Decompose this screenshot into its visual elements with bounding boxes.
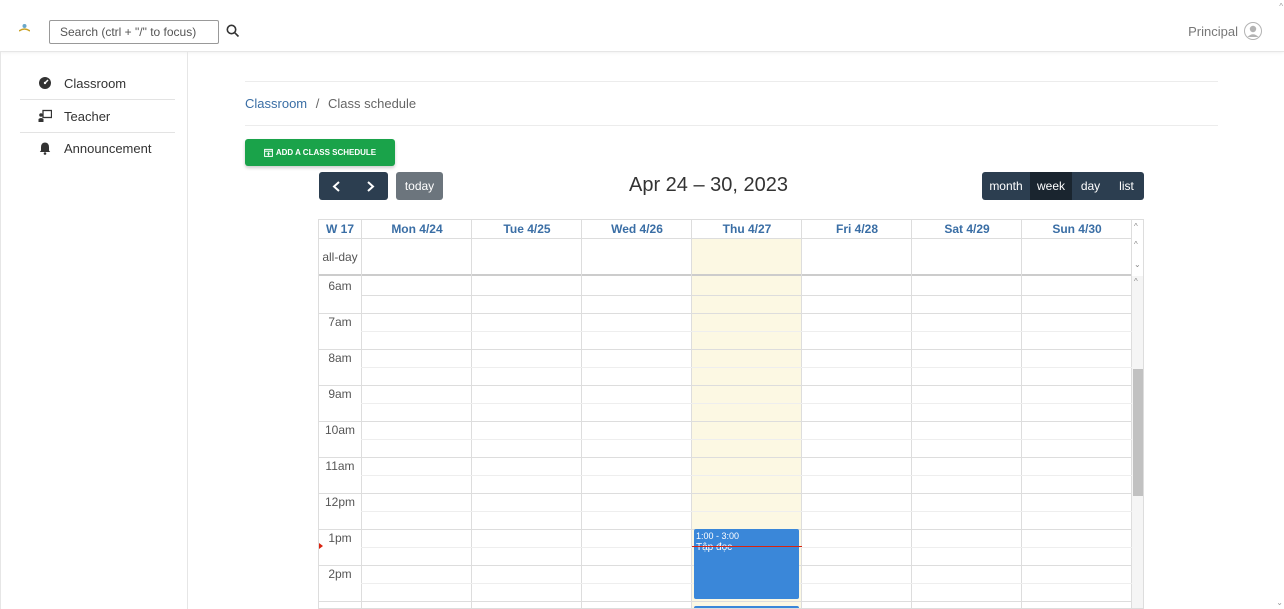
half-hour-line [361,475,1132,476]
breadcrumb-current: Class schedule [328,96,417,111]
time-label: 10am [324,423,356,437]
day-header[interactable]: Tue 4/25 [472,220,582,238]
calendar-nav-group [319,172,388,200]
scroll-down-icon[interactable]: ⌄ [1134,260,1141,269]
grid-line [471,220,472,608]
grid-line [319,238,1132,239]
divider [245,81,1218,82]
half-hour-line [361,367,1132,368]
half-hour-line [361,439,1132,440]
sidebar-item-label: Teacher [64,108,111,124]
day-header[interactable]: Thu 4/27 [692,220,802,238]
search-icon[interactable] [226,24,240,38]
hour-line [319,421,1132,422]
gauge-icon [39,77,51,89]
half-hour-line [361,403,1132,404]
avatar-icon [1244,22,1262,40]
next-week-button[interactable] [354,172,389,200]
breadcrumb-classroom-link[interactable]: Classroom [245,96,307,111]
calendar-scrollbar[interactable] [1132,276,1143,608]
chevron-right-icon [367,180,375,192]
hour-line [319,457,1132,458]
half-hour-line [361,511,1132,512]
scroll-up-icon[interactable]: ^ [1134,277,1138,286]
all-day-label: all-day [322,250,358,264]
event-time: 1:00 - 3:00 [696,531,740,541]
grid-line [691,220,692,608]
hour-line [319,349,1132,350]
calendar-scrollbar-thumb[interactable] [1133,369,1143,496]
week-calendar: W 17 Mon 4/24 Tue 4/25 Wed 4/26 Thu 4/27… [318,219,1144,609]
sidebar-item-teacher[interactable]: Teacher [20,100,175,132]
hour-line [319,385,1132,386]
day-header[interactable]: Mon 4/24 [362,220,472,238]
day-header[interactable]: Fri 4/28 [802,220,912,238]
calendar-plus-icon [263,148,273,157]
event-title: Tập đọc [696,542,733,553]
now-indicator-arrow [319,543,323,549]
teacher-icon [38,109,52,122]
sidebar: Classroom Teacher Announcement [0,52,188,609]
time-label: 1pm [328,531,352,545]
time-label: 2pm [328,567,352,581]
breadcrumb: Classroom / Class schedule [245,96,416,111]
hour-line [319,601,1132,602]
day-header[interactable]: Sun 4/30 [1022,220,1132,238]
time-label: 6am [328,279,352,293]
time-label: 8am [328,351,352,365]
grid-line [801,220,802,608]
add-class-schedule-button[interactable]: ADD A CLASS SCHEDULE [245,139,395,166]
view-week-button[interactable]: week [1030,172,1072,200]
scroll-up-icon[interactable]: ^ [1134,240,1138,249]
scroll-up-icon[interactable]: ^ [1279,2,1283,11]
now-indicator-line [692,546,802,547]
grid-line [911,220,912,608]
half-hour-line [361,331,1132,332]
day-header[interactable]: Sat 4/29 [912,220,1022,238]
sidebar-item-label: Announcement [64,140,152,156]
time-label: 11am [325,459,355,473]
view-switcher: month week day list [982,172,1144,200]
sidebar-item-classroom[interactable]: Classroom [20,67,175,99]
grid-line [581,220,582,608]
half-hour-line [361,295,1132,296]
hour-line [319,493,1132,494]
hour-line [319,313,1132,314]
prev-week-button[interactable] [319,172,354,200]
page-scrollbar[interactable]: ^ ⌄ [1276,0,1284,609]
chevron-left-icon [332,180,340,192]
bell-icon [39,142,51,155]
view-day-button[interactable]: day [1072,172,1109,200]
week-number[interactable]: W 17 [319,220,361,238]
day-header[interactable]: Wed 4/26 [582,220,692,238]
grid-line [361,220,362,608]
time-label: 9am [328,387,352,401]
breadcrumb-separator: / [315,96,320,111]
logo-icon[interactable] [19,23,30,32]
view-list-button[interactable]: list [1109,172,1144,200]
scroll-up-icon[interactable]: ^ [1134,222,1138,231]
today-button[interactable]: today [396,172,443,200]
view-month-button[interactable]: month [982,172,1030,200]
add-class-schedule-label: ADD A CLASS SCHEDULE [275,148,377,157]
sidebar-item-label: Classroom [64,75,127,91]
calendar-title: Apr 24 – 30, 2023 [629,174,789,196]
user-menu[interactable]: Principal [1188,22,1262,40]
grid-line [1021,220,1022,608]
sidebar-item-announcement[interactable]: Announcement [20,132,175,164]
scroll-down-icon[interactable]: ⌄ [1276,598,1283,607]
time-label: 7am [328,315,352,329]
search-input[interactable]: Search (ctrl + "/" to focus) [49,20,219,44]
calendar-event[interactable]: 1:00 - 3:00 Tập đọc [694,529,799,599]
time-label: 12pm [324,495,356,509]
top-bar: Search (ctrl + "/" to focus) Principal [0,0,1284,52]
user-name: Principal [1188,23,1238,39]
divider [245,125,1218,126]
grid-line [319,274,1132,276]
